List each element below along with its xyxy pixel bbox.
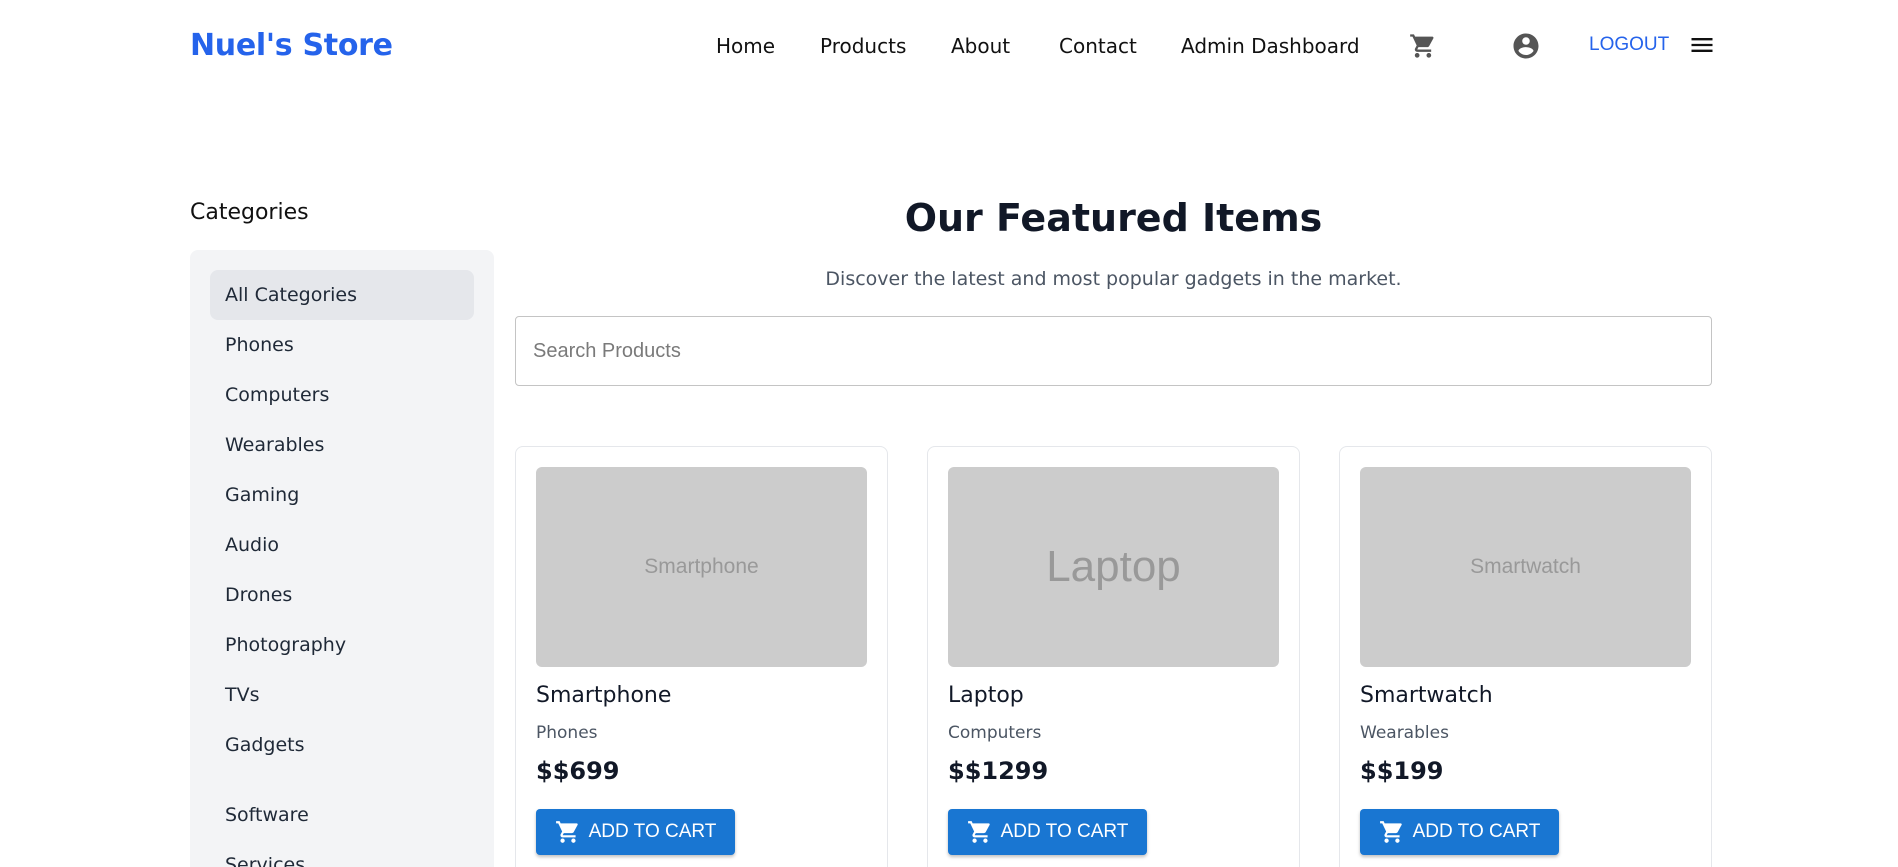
category-drones[interactable]: Drones — [210, 570, 474, 620]
product-name[interactable]: Laptop — [948, 683, 1024, 708]
hamburger-menu-icon[interactable] — [1688, 31, 1716, 63]
category-wearables[interactable]: Wearables — [210, 420, 474, 470]
account-circle-icon[interactable] — [1511, 31, 1541, 65]
category-sidebar: All Categories Phones Computers Wearable… — [190, 250, 494, 867]
add-to-cart-label: ADD TO CART — [588, 821, 717, 842]
page-title: Our Featured Items — [904, 196, 1323, 240]
product-price: $$1299 — [948, 757, 1049, 785]
product-card: Smartphone Smartphone Phones $$699 ADD T… — [515, 446, 888, 867]
search-input[interactable] — [515, 316, 1712, 386]
product-name[interactable]: Smartphone — [536, 683, 671, 708]
add-to-cart-button[interactable]: ADD TO CART — [1360, 809, 1559, 855]
product-image-placeholder[interactable]: Smartwatch — [1360, 467, 1691, 667]
top-navbar: Nuel's Store Home Products About Contact… — [0, 0, 1898, 92]
category-audio[interactable]: Audio — [210, 520, 474, 570]
category-tvs[interactable]: TVs — [210, 670, 474, 720]
product-name[interactable]: Smartwatch — [1360, 683, 1493, 708]
logout-button[interactable]: LOGOUT — [1589, 34, 1669, 56]
cart-plus-icon — [555, 821, 578, 843]
brand-logo[interactable]: Nuel's Store — [190, 28, 393, 63]
category-software[interactable]: Software — [210, 790, 474, 840]
add-to-cart-button[interactable]: ADD TO CART — [536, 809, 735, 855]
category-phones[interactable]: Phones — [210, 320, 474, 370]
product-card: Smartwatch Smartwatch Wearables $$199 AD… — [1339, 446, 1712, 867]
nav-home[interactable]: Home — [716, 34, 775, 58]
page-subtitle: Discover the latest and most popular gad… — [825, 268, 1402, 290]
cart-icon[interactable] — [1409, 32, 1437, 64]
category-all[interactable]: All Categories — [210, 270, 474, 320]
nav-about[interactable]: About — [951, 34, 1010, 58]
product-category: Phones — [536, 723, 598, 743]
category-gadgets[interactable]: Gadgets — [210, 720, 474, 770]
product-image-placeholder[interactable]: Laptop — [948, 467, 1279, 667]
nav-admin-dashboard[interactable]: Admin Dashboard — [1181, 34, 1360, 58]
nav-contact[interactable]: Contact — [1059, 34, 1137, 58]
product-price: $$199 — [1360, 757, 1444, 785]
page: Nuel's Store Home Products About Contact… — [0, 0, 1898, 867]
cart-plus-icon — [1379, 821, 1402, 843]
category-services[interactable]: Services — [210, 840, 474, 867]
category-photography[interactable]: Photography — [210, 620, 474, 670]
category-gaming[interactable]: Gaming — [210, 470, 474, 520]
product-category: Computers — [948, 723, 1042, 743]
cart-plus-icon — [967, 821, 990, 843]
product-card: Laptop Laptop Computers $$1299 ADD TO CA… — [927, 446, 1300, 867]
product-category: Wearables — [1360, 723, 1449, 743]
add-to-cart-label: ADD TO CART — [1000, 821, 1129, 842]
category-computers[interactable]: Computers — [210, 370, 474, 420]
nav-products[interactable]: Products — [820, 34, 906, 58]
product-price: $$699 — [536, 757, 620, 785]
add-to-cart-button[interactable]: ADD TO CART — [948, 809, 1147, 855]
product-image-placeholder[interactable]: Smartphone — [536, 467, 867, 667]
categories-heading: Categories — [190, 200, 309, 225]
add-to-cart-label: ADD TO CART — [1412, 821, 1541, 842]
